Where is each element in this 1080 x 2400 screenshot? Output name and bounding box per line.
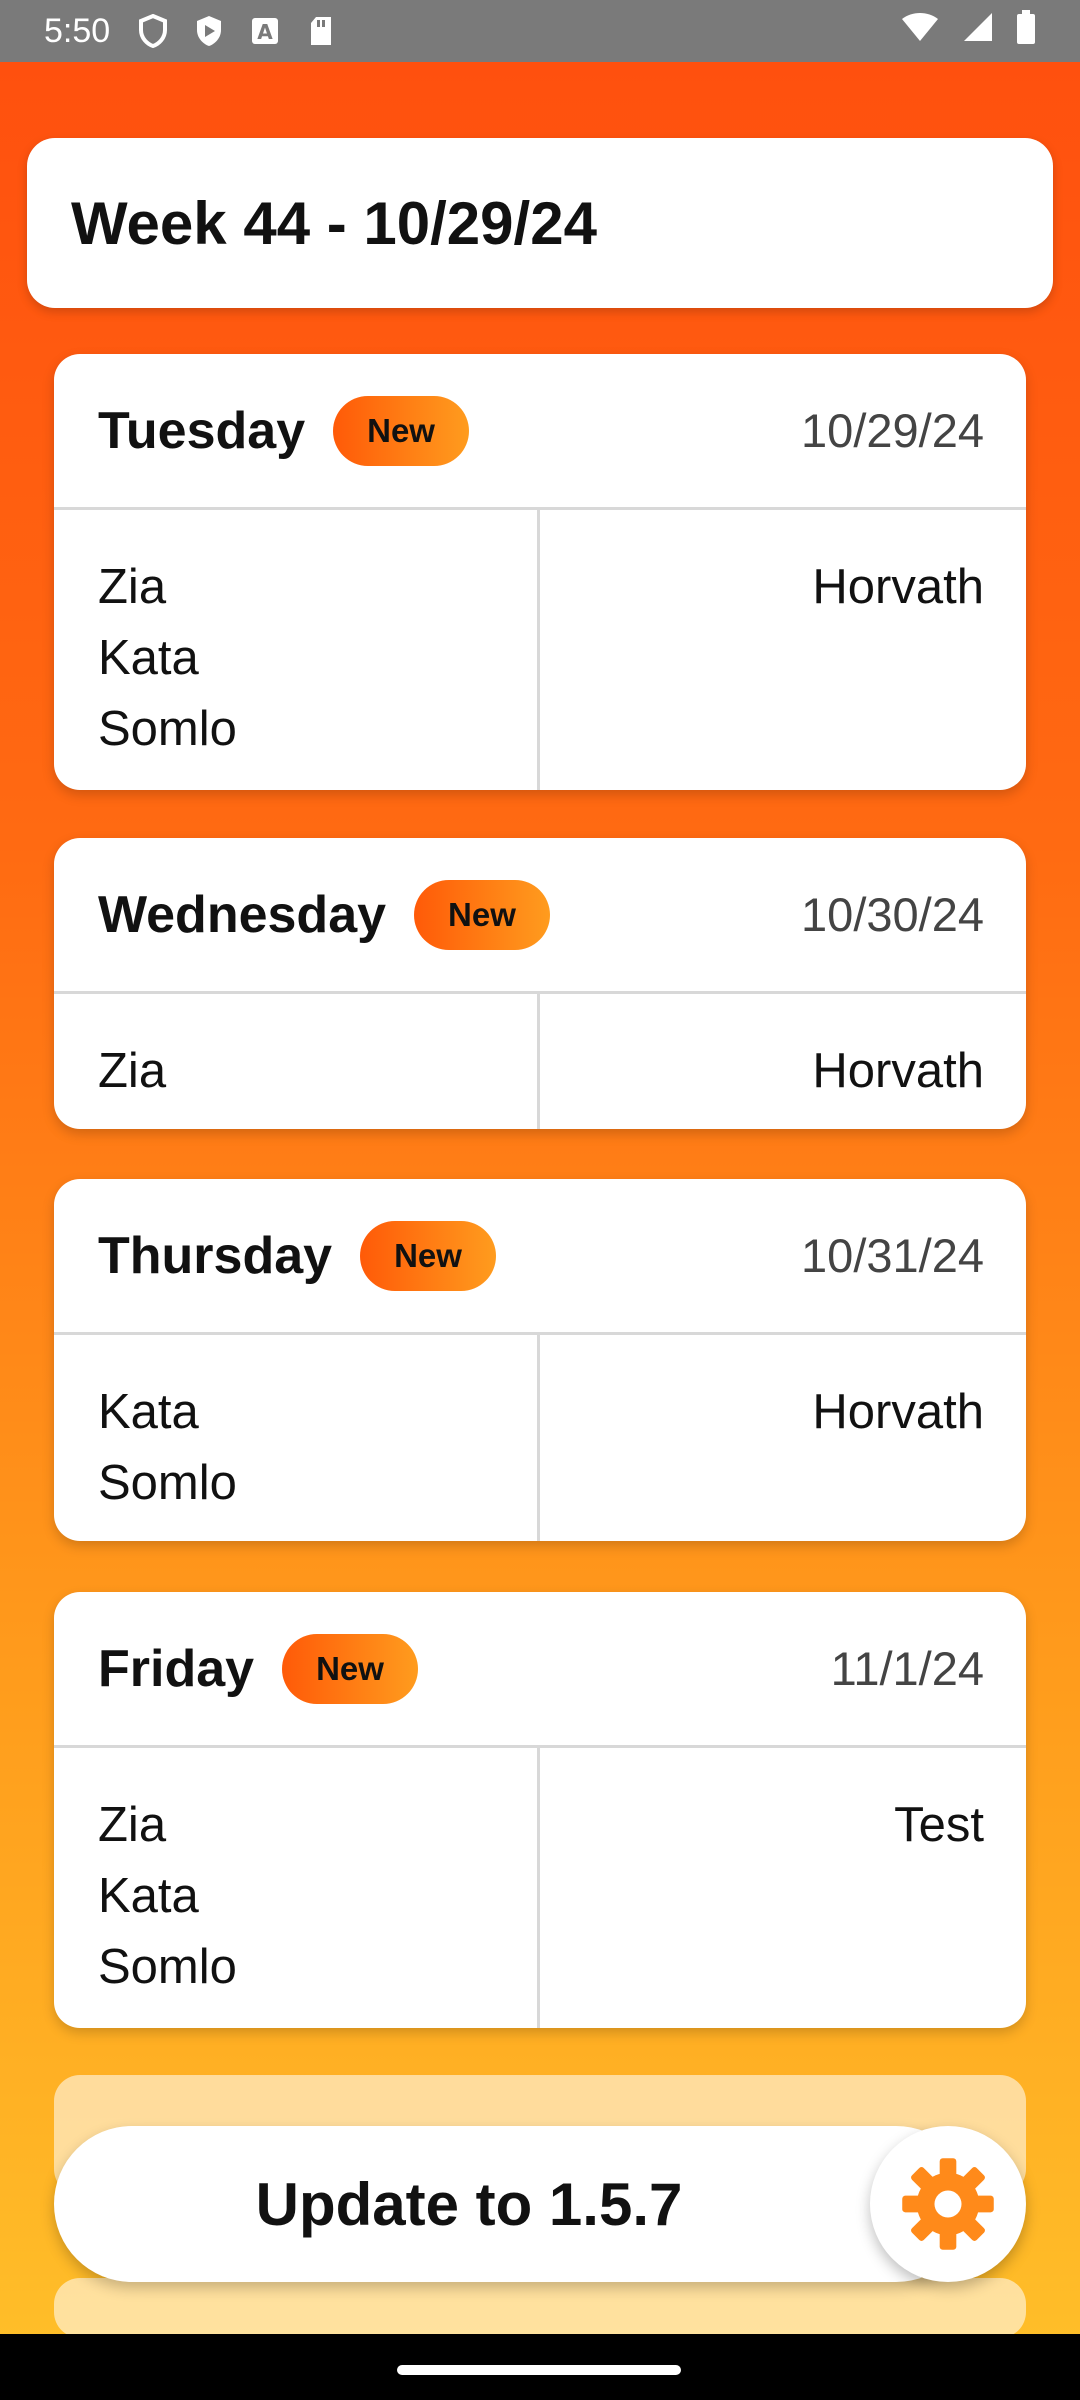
right-column: Horvath	[540, 1335, 1026, 1541]
day-card-tuesday[interactable]: Tuesday New 10/29/24 Zia Kata Somlo Horv…	[54, 354, 1026, 790]
day-name: Tuesday	[98, 401, 306, 460]
right-column: Horvath	[540, 510, 1026, 790]
card-header: Thursday New 10/31/24	[54, 1179, 1026, 1335]
svg-text:A: A	[257, 20, 273, 44]
day-date: 10/29/24	[801, 404, 984, 457]
card-header: Friday New 11/1/24	[54, 1592, 1026, 1748]
new-badge: New	[414, 879, 550, 950]
gear-icon	[902, 2158, 994, 2250]
person-name: Somlo	[98, 1456, 237, 1510]
person-name: Zia	[98, 560, 167, 614]
person-name: Somlo	[98, 1940, 237, 1994]
home-handle[interactable]	[397, 2365, 681, 2375]
day-name: Thursday	[98, 1226, 333, 1285]
settings-button[interactable]	[870, 2126, 1026, 2282]
day-name: Friday	[98, 1639, 255, 1698]
day-date: 11/1/24	[830, 1642, 984, 1695]
person-name: Horvath	[812, 1044, 984, 1098]
card-header: Wednesday New 10/30/24	[54, 838, 1026, 994]
day-date: 10/31/24	[801, 1229, 984, 1282]
right-column: Test	[540, 1748, 1026, 2028]
person-name: Somlo	[98, 702, 237, 756]
new-badge: New	[333, 395, 469, 466]
person-name: Horvath	[812, 1385, 984, 1439]
person-name: Kata	[98, 1385, 199, 1439]
day-card-thursday[interactable]: Thursday New 10/31/24 Kata Somlo Horvath	[54, 1179, 1026, 1541]
right-column: Horvath	[540, 994, 1026, 1129]
day-date: 10/30/24	[801, 888, 984, 941]
person-name: Zia	[98, 1044, 167, 1098]
wifi-icon	[900, 11, 940, 52]
font-icon: A	[248, 14, 282, 48]
battery-icon	[1016, 9, 1036, 53]
shield-icon	[136, 14, 170, 48]
left-column: Kata Somlo	[54, 1335, 540, 1541]
person-name: Kata	[98, 1869, 199, 1923]
update-button[interactable]: Update to 1.5.7	[54, 2126, 974, 2282]
left-column: Zia	[54, 994, 540, 1129]
status-time: 5:50	[44, 11, 111, 50]
new-badge: New	[360, 1220, 496, 1291]
week-header: Week 44 - 10/29/24	[27, 138, 1053, 308]
play-store-icon	[192, 14, 226, 48]
left-column: Zia Kata Somlo	[54, 1748, 540, 2028]
person-name: Zia	[98, 1798, 167, 1852]
signal-icon	[962, 11, 994, 52]
person-name: Kata	[98, 631, 199, 685]
new-badge: New	[282, 1633, 418, 1704]
day-card-wednesday[interactable]: Wednesday New 10/30/24 Zia Horvath	[54, 838, 1026, 1129]
person-name: Test	[894, 1798, 984, 1852]
day-name: Wednesday	[98, 885, 387, 944]
person-name: Horvath	[812, 560, 984, 614]
page-title: Week 44 - 10/29/24	[71, 189, 597, 257]
day-card-friday[interactable]: Friday New 11/1/24 Zia Kata Somlo Test	[54, 1592, 1026, 2028]
left-column: Zia Kata Somlo	[54, 510, 540, 790]
sd-card-icon	[304, 14, 338, 48]
status-bar: 5:50 A	[0, 0, 1080, 62]
day-card-partial[interactable]	[54, 2278, 1026, 2338]
card-header: Tuesday New 10/29/24	[54, 354, 1026, 510]
